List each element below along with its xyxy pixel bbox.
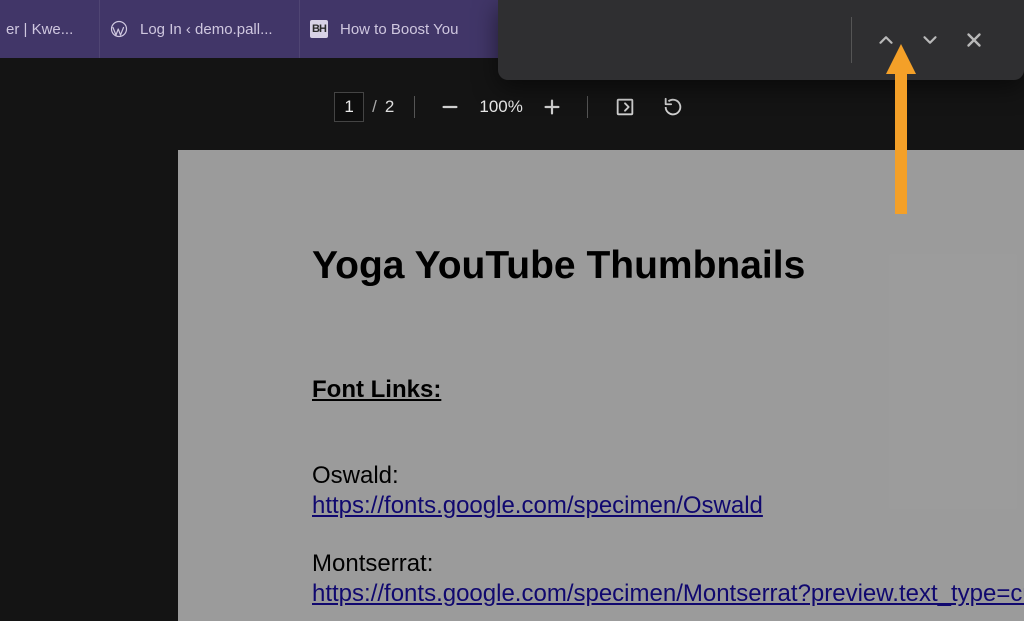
page-total: 2 <box>385 97 394 117</box>
browser-tab[interactable]: er | Kwe... <box>0 0 100 58</box>
pdf-toolbar: 1 / 2 100% <box>0 82 1024 132</box>
font-link[interactable]: https://fonts.google.com/specimen/Oswald <box>312 492 1024 520</box>
toolbar-separator <box>414 96 415 118</box>
zoom-out-button[interactable] <box>435 92 465 122</box>
rotate-button[interactable] <box>656 90 690 124</box>
find-next-button[interactable] <box>908 18 952 62</box>
zoom-percent: 100% <box>479 97 522 117</box>
pdf-page: Yoga YouTube Thumbnails Font Links: Oswa… <box>178 150 1024 621</box>
page-number-input[interactable]: 1 <box>334 92 364 122</box>
font-link[interactable]: https://fonts.google.com/specimen/Montse… <box>312 580 1024 608</box>
section-heading: Font Links: <box>312 376 1024 404</box>
find-close-button[interactable] <box>952 18 996 62</box>
zoom-in-button[interactable] <box>537 92 567 122</box>
find-separator <box>851 17 852 63</box>
tab-label: How to Boost You <box>340 21 458 38</box>
site-icon: BH <box>310 20 328 38</box>
page-separator: / <box>372 97 377 117</box>
browser-tab[interactable]: Log In ‹ demo.pall... <box>100 0 300 58</box>
tools-group <box>608 90 690 124</box>
browser-tab[interactable]: BH How to Boost You <box>300 0 500 58</box>
document-title: Yoga YouTube Thumbnails <box>312 244 1024 288</box>
font-name-label: Montserrat: <box>312 550 1024 578</box>
find-in-page-popup <box>498 0 1024 80</box>
toolbar-separator <box>587 96 588 118</box>
zoom-group: 100% <box>435 92 566 122</box>
page-indicator-group: 1 / 2 <box>334 92 394 122</box>
fit-page-button[interactable] <box>608 90 642 124</box>
font-name-label: Oswald: <box>312 462 1024 490</box>
tab-label: er | Kwe... <box>6 21 73 38</box>
wordpress-icon <box>110 20 128 38</box>
find-previous-button[interactable] <box>864 18 908 62</box>
tab-label: Log In ‹ demo.pall... <box>140 21 273 38</box>
